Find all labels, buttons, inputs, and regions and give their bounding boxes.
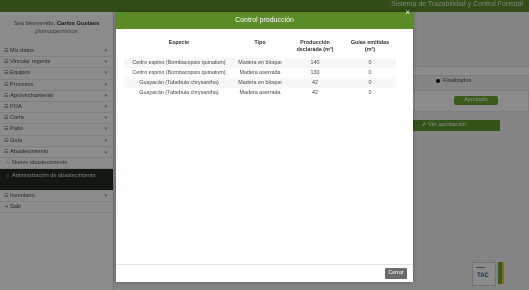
cell-produccion: 140 bbox=[286, 58, 344, 68]
modal-title: Control producción bbox=[235, 17, 294, 24]
column-header-produccion: Producción declarada (m³) bbox=[296, 40, 334, 53]
cell-tipo: Madera en bloque bbox=[234, 78, 286, 88]
cell-guias: 0 bbox=[368, 90, 372, 96]
production-table: Especie Tipo Producción declarada (m³) G… bbox=[124, 39, 396, 98]
cell-guias: 0 bbox=[344, 78, 396, 88]
modal-header: Control producción × bbox=[116, 8, 413, 29]
table-header-row: Especie Tipo Producción declarada (m³) G… bbox=[124, 39, 396, 58]
cell-especie: Cedro espino (Bombacopsis quinatum) bbox=[132, 70, 226, 76]
table-row: Cedro espino (Bombacopsis quinatum) Made… bbox=[124, 58, 396, 68]
cell-produccion: 130 bbox=[310, 70, 320, 76]
close-button[interactable]: Cerrar bbox=[385, 268, 407, 279]
column-header-guias: Guías emitidas (m³) bbox=[350, 40, 390, 53]
cell-especie: Cedro espino (Bombacopsis quinatum) bbox=[124, 58, 234, 68]
production-control-modal: Control producción × Especie Tipo Produc… bbox=[116, 8, 413, 282]
table-row: Guayacán (Tabebuia chrysantha) Madera en… bbox=[124, 78, 396, 88]
cell-tipo: Madera aserrada bbox=[239, 90, 281, 96]
column-header-especie: Especie bbox=[168, 40, 190, 46]
cell-especie: Guayacán (Tabebuia chrysantha) bbox=[139, 90, 219, 96]
modal-footer: Cerrar bbox=[116, 264, 413, 282]
cell-tipo: Madera aserrada bbox=[239, 70, 281, 76]
cell-guias: 0 bbox=[344, 58, 396, 68]
table-row: Guayacán (Tabebuia chrysantha) Madera as… bbox=[124, 88, 396, 98]
cell-tipo: Madera en bloque bbox=[234, 58, 286, 68]
cell-especie: Guayacán (Tabebuia chrysantha) bbox=[124, 78, 234, 88]
column-header-tipo: Tipo bbox=[254, 40, 266, 46]
cell-produccion: 42 bbox=[312, 90, 318, 96]
cell-produccion: 42 bbox=[286, 78, 344, 88]
table-row: Cedro espino (Bombacopsis quinatum) Made… bbox=[124, 68, 396, 78]
close-icon[interactable]: × bbox=[405, 8, 410, 18]
cell-guias: 0 bbox=[368, 70, 372, 76]
